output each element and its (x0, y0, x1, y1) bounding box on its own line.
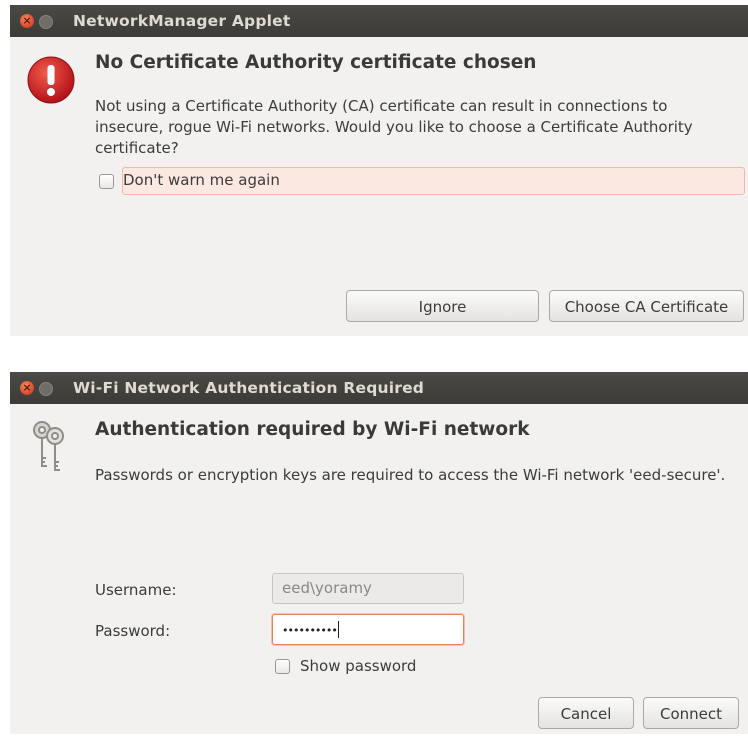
choose-ca-certificate-button[interactable]: Choose CA Certificate (549, 290, 744, 322)
dont-warn-checkbox[interactable] (99, 174, 114, 189)
window-titlebar[interactable]: × NetworkManager Applet (10, 5, 748, 37)
minimize-icon[interactable] (39, 15, 53, 29)
dialog-heading: Authentication required by Wi-Fi network (95, 419, 530, 440)
username-field[interactable]: eed\yoramy (272, 573, 464, 604)
error-exclamation-icon (27, 56, 75, 104)
window-title: NetworkManager Applet (73, 12, 291, 30)
text-caret (337, 621, 339, 638)
minimize-icon[interactable] (39, 382, 53, 396)
certificate-warning-dialog: × NetworkManager Applet No Certificate A… (10, 5, 748, 336)
connect-button[interactable]: Connect (643, 697, 739, 729)
window-titlebar[interactable]: × Wi-Fi Network Authentication Required (10, 372, 748, 404)
show-password-checkbox[interactable] (275, 659, 290, 674)
close-icon[interactable]: × (20, 14, 34, 28)
dont-warn-label[interactable]: Don't warn me again (123, 171, 280, 189)
close-icon[interactable]: × (20, 381, 34, 395)
show-password-label[interactable]: Show password (300, 657, 416, 675)
password-label: Password: (95, 622, 171, 640)
keys-icon (33, 421, 64, 471)
window-title: Wi-Fi Network Authentication Required (73, 379, 425, 397)
wifi-authentication-dialog: × Wi-Fi Network Authentication Required … (10, 372, 748, 734)
username-label: Username: (95, 581, 177, 599)
password-value: •••••••••• (282, 624, 338, 637)
dialog-message: Passwords or encryption keys are require… (95, 466, 726, 484)
dialog-heading: No Certificate Authority certificate cho… (95, 52, 537, 73)
cancel-button[interactable]: Cancel (538, 697, 634, 729)
dialog-message: Not using a Certificate Authority (CA) c… (95, 97, 693, 157)
ignore-button[interactable]: Ignore (346, 290, 539, 322)
password-field[interactable]: •••••••••• (272, 614, 464, 645)
